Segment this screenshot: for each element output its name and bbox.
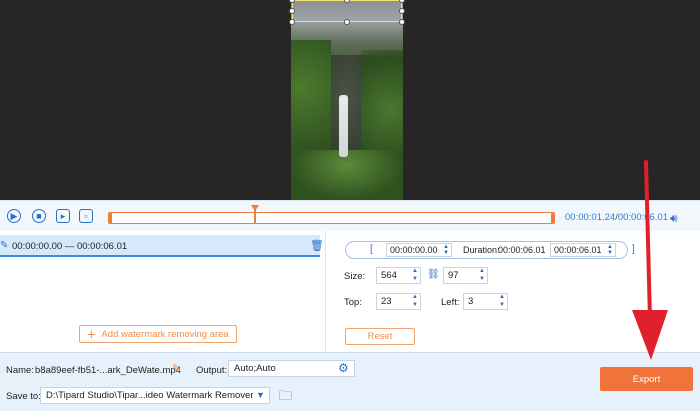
- start-time-field[interactable]: 00:00:00.00 ▲ ▼: [386, 243, 452, 257]
- output-label: Output:: [196, 365, 228, 376]
- save-to-label: Save to:: [6, 391, 41, 402]
- size-label: Size:: [344, 271, 366, 282]
- width-field[interactable]: 564 ▲ ▼: [376, 267, 421, 284]
- waterfall: [339, 95, 348, 157]
- bottom-bar: Name: b8a89eef-fb51-...ark_DeWate.mp4 ✎ …: [0, 352, 700, 411]
- save-path-field[interactable]: D:\Tipard Studio\Tipar...ideo Watermark …: [40, 387, 270, 404]
- segment-item[interactable]: ✎ 00:00:00.00 — 00:00:06.01 🗑︎: [0, 235, 324, 257]
- frame-icon[interactable]: ▫: [79, 209, 93, 223]
- gear-icon[interactable]: ⚙: [338, 361, 349, 375]
- left-label: Left:: [441, 297, 460, 308]
- video-preview: [0, 0, 700, 200]
- stop-icon[interactable]: ■: [32, 209, 46, 223]
- add-watermark-area-button[interactable]: + Add watermark removing area: [79, 325, 237, 343]
- annotation-arrow: [632, 160, 668, 360]
- video-frame: [291, 0, 403, 200]
- edit-icon[interactable]: ✎: [0, 240, 8, 251]
- top-label: Top:: [344, 297, 362, 308]
- file-name: b8a89eef-fb51-...ark_DeWate.mp4: [35, 365, 181, 376]
- name-label: Name:: [6, 365, 34, 376]
- duration-label: Duration:: [463, 245, 500, 255]
- resize-handle[interactable]: [399, 8, 405, 14]
- next-frame-icon[interactable]: ▸: [56, 209, 70, 223]
- resize-handle[interactable]: [399, 19, 405, 25]
- folder-icon[interactable]: 🗀: [279, 387, 292, 409]
- resize-handle[interactable]: [289, 8, 295, 14]
- playback-bar: ▶ ■ ▸ ▫ 00:00:01.24/00:00:06.01 🔊︎: [0, 200, 700, 231]
- plus-icon: +: [87, 326, 96, 342]
- pencil-icon[interactable]: ✎: [172, 362, 181, 375]
- link-icon[interactable]: ⛓︎: [427, 269, 440, 280]
- play-icon[interactable]: ▶: [7, 209, 21, 223]
- set-start-button[interactable]: [: [370, 244, 373, 255]
- top-field[interactable]: 23 ▲ ▼: [376, 293, 421, 310]
- current-time: 00:00:01.24: [565, 212, 616, 223]
- time-range-box: [ 00:00:00.00 ▲ ▼ Duration: 00:00:06.01 0…: [345, 241, 635, 259]
- height-field[interactable]: 97 ▲ ▼: [443, 267, 488, 284]
- export-button[interactable]: Export: [600, 367, 693, 391]
- segment-range: 00:00:00.00 — 00:00:06.01: [12, 241, 128, 252]
- duration-value: 00:00:06.01: [498, 245, 546, 255]
- resize-handle[interactable]: [399, 0, 405, 3]
- resize-handle[interactable]: [344, 19, 350, 25]
- trash-icon[interactable]: 🗑︎: [310, 239, 324, 252]
- left-field[interactable]: 3 ▲ ▼: [463, 293, 508, 310]
- segment-panel: ✎ 00:00:00.00 — 00:00:06.01 🗑︎ + Add wat…: [0, 231, 326, 352]
- end-time-field[interactable]: 00:00:06.01 ▲ ▼: [550, 243, 616, 257]
- dropdown-icon[interactable]: ▼: [256, 390, 265, 400]
- output-field[interactable]: Auto;Auto: [228, 360, 355, 377]
- timeline-track[interactable]: [108, 212, 555, 224]
- reset-button[interactable]: Reset: [345, 328, 415, 345]
- resize-handle[interactable]: [289, 19, 295, 25]
